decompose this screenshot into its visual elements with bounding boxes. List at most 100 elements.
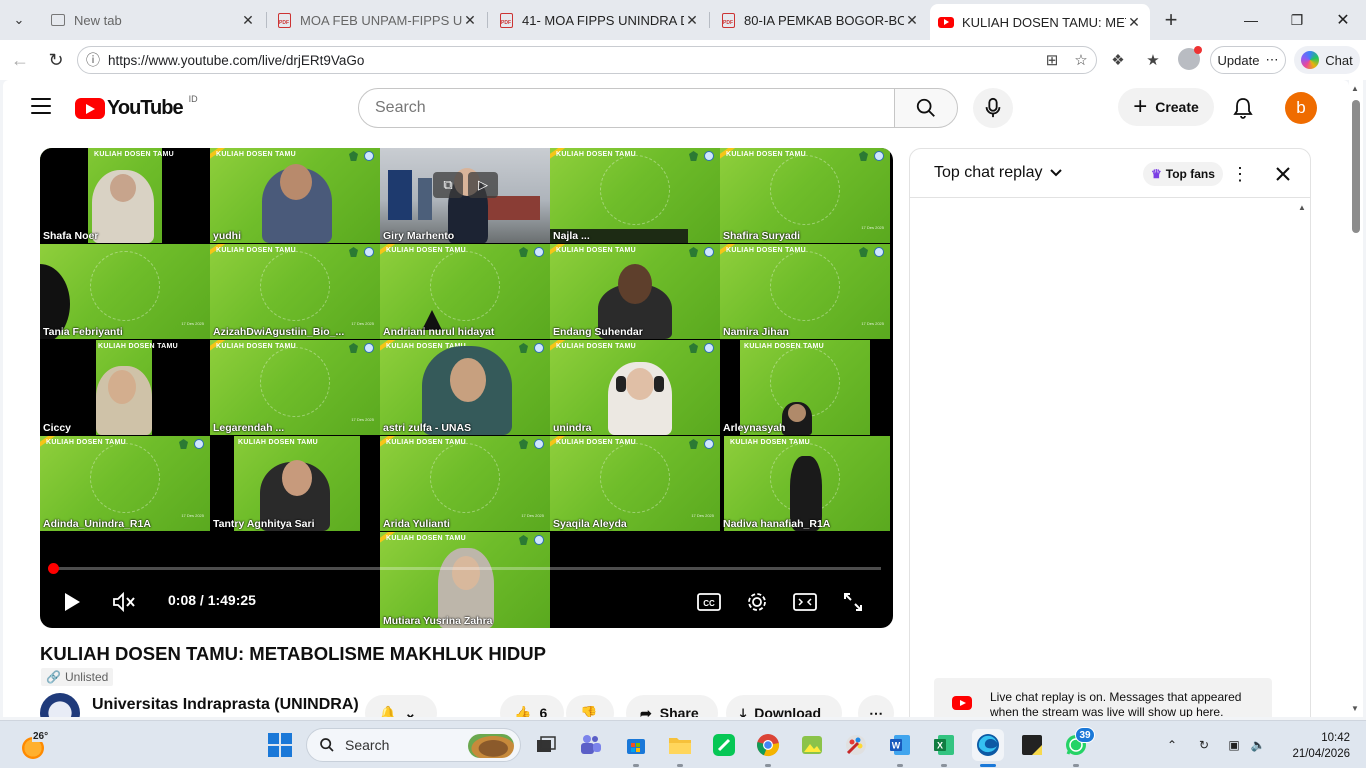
update-button[interactable]: Update ⋯ (1210, 46, 1286, 74)
voice-search-button[interactable] (973, 88, 1013, 128)
miniplayer-icon[interactable]: ⧉ (433, 172, 463, 198)
participant-tile: KULIAH DOSEN TAMU Arleynasyah (720, 340, 890, 435)
weather-widget[interactable]: 26° (18, 729, 50, 761)
theater-mode-icon (793, 593, 817, 611)
guide-menu-icon[interactable] (31, 98, 51, 114)
profile-avatar[interactable] (1178, 46, 1202, 70)
subscribed-bell-button[interactable]: 🔔 ⌄ (365, 695, 437, 717)
close-tab-icon[interactable]: ✕ (1126, 14, 1142, 31)
favorite-star-icon[interactable]: ☆ (1069, 48, 1093, 72)
system-clock[interactable]: 10:42 21/04/2026 (1280, 730, 1350, 762)
tab-title: MOA FEB UNPAM-FIPPS UNINDRA (300, 12, 462, 28)
network-icon[interactable]: ▣ (1224, 735, 1244, 755)
participant-tile: 17 Des 2025 Tania Febriyanti (40, 244, 210, 339)
copilot-chat-button[interactable]: Chat (1294, 46, 1360, 74)
participant-name: Arida Yulianti (383, 518, 450, 530)
close-chat-button[interactable] (1270, 161, 1296, 187)
youtube-logo[interactable]: YouTube ID (75, 94, 198, 120)
photos-app-icon[interactable] (796, 729, 828, 761)
top-fans-button[interactable]: ♛ Top fans (1143, 162, 1223, 186)
microsoft-store-icon[interactable] (620, 729, 652, 767)
more-actions-button[interactable]: ⋯ (858, 695, 894, 717)
play-button[interactable] (54, 584, 90, 620)
taskbar-search[interactable]: Search (306, 728, 521, 762)
like-button[interactable]: 👍 6 (500, 695, 564, 717)
refresh-icon[interactable]: ↻ (42, 46, 70, 74)
back-icon[interactable]: ← (6, 46, 34, 74)
tab-divider (709, 12, 710, 28)
minimize-icon[interactable]: — (1228, 0, 1274, 40)
chat-mode-dropdown[interactable]: Top chat replay (934, 164, 1063, 182)
site-info-icon[interactable]: ⓘ (78, 50, 108, 70)
close-tab-icon[interactable]: ✕ (462, 12, 478, 29)
address-bar[interactable]: ⓘ https://www.youtube.com/live/drjERt9Va… (77, 46, 1097, 74)
notifications-button[interactable] (1223, 88, 1263, 128)
tab-new-tab[interactable]: New tab ✕ (42, 5, 264, 35)
unlisted-badge: 🔗 Unlisted (41, 668, 114, 686)
page-scrollbar[interactable]: ▲ ▼ (1349, 80, 1363, 717)
window-close-icon[interactable]: ✕ (1320, 0, 1366, 40)
settings-button[interactable] (739, 584, 775, 620)
live-chat-panel: Top chat replay ♛ Top fans ⋮ ▲ Live chat… (909, 148, 1311, 717)
participant-tile: KULIAH DOSEN TAMU astri zulfa - UNAS (380, 340, 550, 435)
sync-icon[interactable]: ↻ (1194, 735, 1214, 755)
scroll-up-icon[interactable]: ▲ (1351, 84, 1359, 93)
favorites-icon[interactable]: ★ (1141, 48, 1165, 72)
dislike-button[interactable]: 👎 (566, 695, 614, 717)
paint-icon[interactable] (840, 729, 872, 761)
subtitles-button[interactable]: CC (691, 584, 727, 620)
chat-scroll-up-icon[interactable]: ▲ (1298, 203, 1306, 212)
theater-mode-button[interactable] (787, 584, 823, 620)
edge-browser-icon[interactable] (972, 729, 1004, 767)
account-avatar[interactable]: b (1285, 92, 1317, 124)
participant-tile: KULIAH DOSEN TAMU Andriani nurul hidayat (380, 244, 550, 339)
search-input[interactable] (375, 99, 894, 117)
picture-in-picture-icon[interactable]: ▷ (468, 172, 498, 198)
search-button[interactable] (894, 88, 958, 128)
start-button[interactable] (268, 733, 292, 757)
show-hidden-icons-chevron-icon[interactable]: ⌃ (1162, 735, 1182, 755)
tab-pdf-ia-pemkab[interactable]: PDF 80-IA PEMKAB BOGOR-BOGOR ✕ (712, 5, 928, 35)
extensions-icon[interactable]: ❖ (1106, 48, 1130, 72)
participant-name: Ciccy (43, 422, 72, 434)
tab-actions-menu-icon[interactable]: ⌄ (6, 7, 32, 33)
scroll-down-icon[interactable]: ▼ (1351, 704, 1359, 713)
channel-avatar[interactable] (40, 693, 80, 717)
tab-title: 41- MOA FIPPS UNINDRA DAN (522, 12, 684, 28)
close-tab-icon[interactable]: ✕ (684, 12, 700, 29)
mute-button[interactable] (106, 584, 142, 620)
fullscreen-button[interactable] (835, 584, 871, 620)
sticky-notes-icon[interactable] (1016, 729, 1048, 761)
word-icon[interactable]: W (884, 729, 916, 767)
task-view-icon[interactable] (530, 729, 562, 761)
video-player[interactable]: KULIAH DOSEN TAMU Shafa Noer KULIAH DOSE… (40, 148, 893, 628)
teams-icon[interactable] (575, 729, 607, 761)
excel-icon[interactable]: X (928, 729, 960, 767)
progress-bar[interactable] (48, 563, 881, 574)
tab-pdf-moa-feb[interactable]: PDF MOA FEB UNPAM-FIPPS UNINDRA ✕ (268, 5, 486, 35)
create-button[interactable]: + Create (1118, 88, 1214, 126)
scrollbar-thumb[interactable] (1352, 100, 1360, 233)
volume-icon[interactable]: 🔈 (1248, 735, 1268, 755)
chrome-icon[interactable] (752, 729, 784, 767)
pdf-icon: PDF (720, 12, 736, 28)
share-icon: ➦ (640, 704, 652, 718)
chat-more-options-icon[interactable]: ⋮ (1228, 162, 1252, 186)
chevron-down-icon: ⌄ (404, 704, 417, 718)
restore-icon[interactable]: ❐ (1274, 0, 1320, 40)
close-tab-icon[interactable]: ✕ (240, 12, 256, 29)
app-available-icon[interactable]: ⊞ (1040, 48, 1064, 72)
more-icon: ⋯ (1265, 52, 1279, 67)
tab-youtube-active[interactable]: KULIAH DOSEN TAMU: METABOLISME ✕ (930, 4, 1150, 40)
file-explorer-icon[interactable] (664, 729, 696, 767)
new-tab-button[interactable]: + (1158, 7, 1184, 33)
download-button[interactable]: ⤓ Download (726, 695, 842, 717)
scrubber-handle[interactable] (48, 563, 59, 574)
close-tab-icon[interactable]: ✕ (904, 12, 920, 29)
share-button[interactable]: ➦ Share (626, 695, 718, 717)
youtube-wordmark: YouTube (107, 97, 184, 119)
channel-name[interactable]: Universitas Indraprasta (UNINDRA) (92, 696, 359, 714)
tab-pdf-moa-fipps[interactable]: PDF 41- MOA FIPPS UNINDRA DAN ✕ (490, 5, 708, 35)
line-app-icon[interactable] (708, 729, 740, 761)
search-field[interactable] (358, 88, 895, 128)
